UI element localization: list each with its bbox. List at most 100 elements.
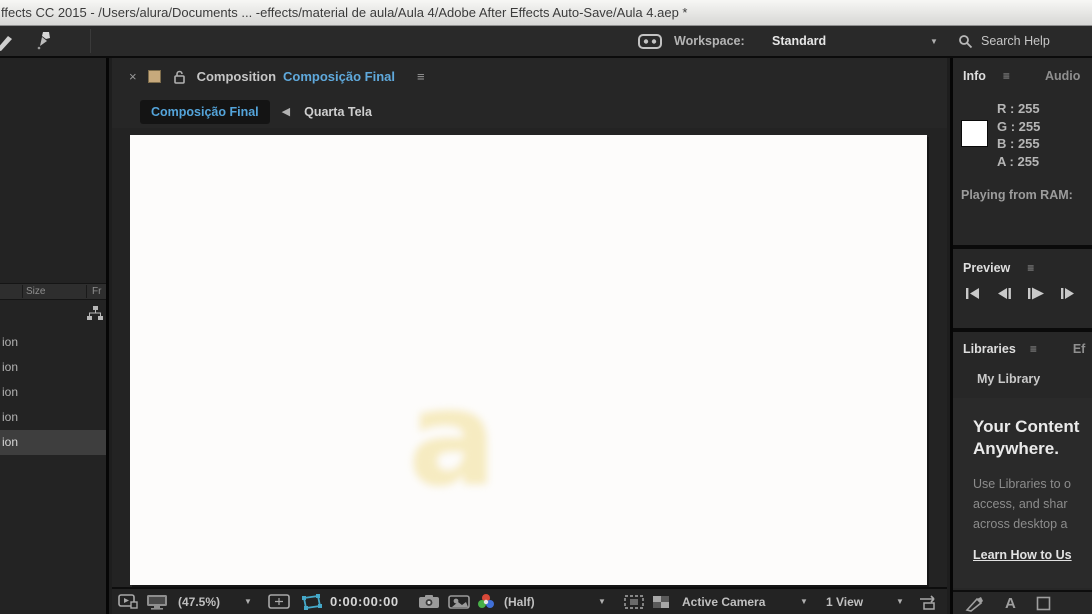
project-row[interactable]: ion	[0, 330, 106, 355]
play-button[interactable]	[1027, 287, 1045, 300]
breadcrumb-current-comp[interactable]: Composição Final	[140, 99, 270, 124]
composition-panel-icon	[147, 70, 161, 83]
puppet-pin-tool-button[interactable]	[33, 26, 57, 56]
grid-guides-button[interactable]	[268, 589, 290, 614]
animated-letter: a	[408, 362, 498, 516]
search-icon	[958, 34, 973, 49]
channel-r: R : 255	[997, 101, 1040, 116]
previous-frame-button[interactable]	[996, 287, 1012, 300]
workspace-switcher[interactable]: Workspace:	[638, 26, 745, 56]
breadcrumb-parent-comp[interactable]: Quarta Tela	[304, 105, 372, 119]
composition-viewer: a	[112, 128, 947, 587]
project-row[interactable]: ion	[0, 405, 106, 430]
window-titlebar[interactable]: ffects CC 2015 - /Users/alura/Documents …	[0, 0, 1092, 26]
channel-g: G : 255	[997, 118, 1041, 134]
panel-menu-icon[interactable]: ≡	[1030, 342, 1037, 356]
project-row-selected[interactable]: ion	[0, 430, 106, 455]
learn-how-link[interactable]: Learn How to Us	[973, 548, 1092, 562]
tab-preview[interactable]: Preview	[963, 261, 1010, 275]
region-of-interest-button[interactable]	[624, 589, 644, 614]
chevron-down-icon: ▼	[930, 36, 938, 46]
project-row[interactable]: ion	[0, 380, 106, 405]
column-divider	[86, 285, 87, 298]
view-layout-dropdown-icon[interactable]: ▼	[896, 589, 904, 614]
checkerboard-icon	[652, 595, 670, 609]
column-header-size[interactable]: Size	[26, 286, 45, 297]
share-view-icon	[918, 594, 940, 610]
resolution-popup[interactable]: (Half)	[504, 589, 535, 614]
project-row[interactable]: ion	[0, 355, 106, 380]
workspace-dropdown-button[interactable]: ▼	[930, 26, 938, 56]
magnification-dropdown-icon[interactable]: ▼	[244, 589, 252, 614]
channel-readout: R : 255 G : 255 B : 255 A : 255	[997, 100, 1040, 170]
info-panel: Info ≡ Audio R : 255 G : 255 B : 255 A :…	[953, 58, 1092, 249]
search-help[interactable]: Search Help	[958, 26, 1050, 56]
view-layout-popup[interactable]: 1 View	[826, 589, 863, 614]
lock-icon[interactable]	[173, 70, 185, 84]
after-effects-window: ffects CC 2015 - /Users/alura/Documents …	[0, 0, 1092, 614]
safe-margins-icon	[268, 594, 290, 609]
window-title: ffects CC 2015 - /Users/alura/Documents …	[1, 5, 688, 20]
transport-controls	[953, 287, 1092, 300]
next-frame-button[interactable]	[1060, 287, 1076, 300]
close-icon[interactable]: ×	[129, 69, 137, 84]
color-swatch	[961, 120, 988, 147]
panel-menu-icon[interactable]: ≡	[1003, 69, 1010, 83]
graphics-icon[interactable]	[1036, 596, 1051, 611]
region-of-interest-icon	[624, 594, 644, 609]
current-time-display[interactable]: 0:00:00:00	[330, 589, 399, 614]
tab-libraries[interactable]: Libraries	[963, 342, 1016, 356]
share-view-button[interactable]	[918, 589, 940, 614]
composition-canvas[interactable]: a	[130, 135, 927, 585]
workspace-icon	[638, 33, 662, 49]
transparency-grid-button[interactable]	[652, 589, 670, 614]
tab-info[interactable]: Info	[963, 69, 986, 83]
camera-icon	[418, 594, 440, 609]
tab-audio[interactable]: Audio	[1045, 69, 1080, 83]
brush-tool-button[interactable]	[0, 26, 18, 56]
preview-panel: Preview ≡	[953, 253, 1092, 332]
libraries-heading: Your Content Anywhere.	[973, 417, 1080, 458]
playback-status: Playing from RAM:	[961, 188, 1073, 202]
primary-viewer-button[interactable]	[146, 589, 168, 614]
tab-effects[interactable]: Ef	[1073, 342, 1086, 356]
mask-visibility-toggle[interactable]	[300, 589, 322, 614]
column-divider	[22, 285, 23, 298]
libraries-content: Your Content Anywhere. Use Libraries to …	[953, 398, 1092, 588]
libraries-panel: Libraries ≡ Ef My Library Your Content A…	[953, 336, 1092, 614]
monitor-icon	[146, 594, 168, 610]
first-frame-button[interactable]	[965, 287, 981, 300]
mask-path-icon	[300, 593, 322, 610]
project-column-headers[interactable]: Size Fr	[0, 283, 106, 300]
panel-menu-icon[interactable]: ≡	[417, 69, 425, 84]
panel-menu-icon[interactable]: ≡	[1027, 261, 1034, 275]
take-snapshot-button[interactable]	[418, 589, 440, 614]
tab-composition-name[interactable]: Composição Final	[283, 69, 395, 84]
resolution-dropdown-icon[interactable]: ▼	[598, 589, 606, 614]
type-search-icon[interactable]: A	[1005, 596, 1016, 611]
channel-a: A : 255	[997, 153, 1040, 169]
show-snapshot-button[interactable]	[448, 589, 470, 614]
right-panel-stack: Info ≡ Audio R : 255 G : 255 B : 255 A :…	[950, 58, 1092, 614]
magnification-popup[interactable]: (47.5%)	[178, 589, 220, 614]
project-item-list: ion ion ion ion ion	[0, 330, 106, 455]
always-preview-button[interactable]	[118, 589, 138, 614]
column-header-fr[interactable]: Fr	[92, 286, 101, 297]
composition-breadcrumb: Composição Final ◀ Quarta Tela	[112, 95, 947, 128]
workspace-label: Workspace:	[674, 34, 745, 48]
composition-panel: × Composition Composição Final ≡ Composi…	[112, 58, 947, 614]
breadcrumb-back-icon[interactable]: ◀	[282, 105, 290, 118]
composition-toolbar: (47.5%) ▼ 0:00:00:00 (Half) ▼ Active Cam…	[112, 587, 947, 614]
camera-view-popup[interactable]: Active Camera	[682, 589, 765, 614]
snapshot-icon	[448, 594, 470, 609]
rgba-channels-icon	[476, 593, 496, 610]
tab-composition-label[interactable]: Composition	[197, 69, 276, 84]
show-channel-button[interactable]	[476, 589, 496, 614]
library-selector[interactable]: My Library	[977, 372, 1040, 386]
workspace-value[interactable]: Standard	[772, 26, 826, 56]
pushpin-icon	[33, 29, 57, 53]
libraries-description: Use Libraries to o access, and shar acro…	[973, 477, 1071, 531]
stock-brush-icon[interactable]	[965, 595, 985, 612]
camera-view-dropdown-icon[interactable]: ▼	[800, 589, 808, 614]
brush-icon	[0, 30, 18, 52]
